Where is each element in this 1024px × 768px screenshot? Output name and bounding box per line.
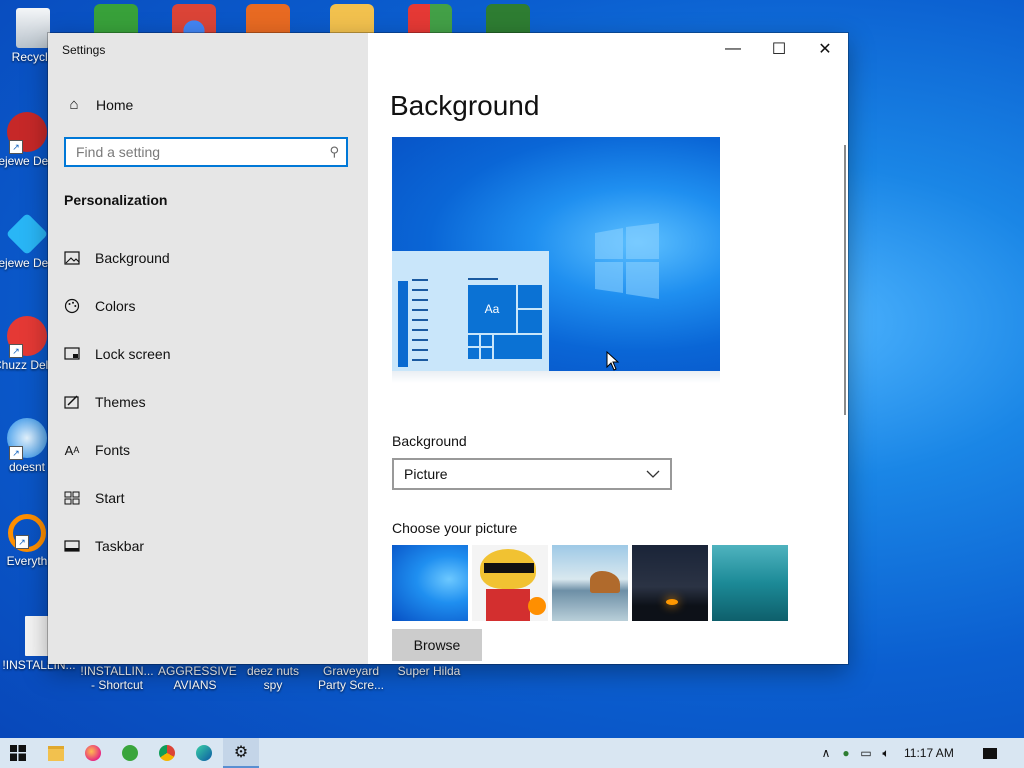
taskbar-file-explorer[interactable] bbox=[38, 738, 74, 768]
picture-thumb-beach[interactable] bbox=[552, 545, 628, 621]
windows-logo-icon bbox=[595, 223, 659, 299]
bejeweled-icon: ↗ bbox=[7, 112, 47, 154]
clock[interactable]: 11:17 AM bbox=[896, 746, 964, 760]
mouse-cursor-icon bbox=[606, 351, 620, 371]
chevron-down-icon bbox=[646, 470, 660, 478]
desktop-icon-chrome[interactable] bbox=[172, 4, 216, 34]
palette-icon bbox=[64, 298, 80, 314]
home-icon: ⌂ bbox=[69, 96, 79, 113]
chrome-icon bbox=[159, 745, 175, 761]
settings-content: Background Aa Background Picture Choose … bbox=[368, 33, 848, 664]
search-icon[interactable]: ⚲ bbox=[329, 144, 339, 160]
sidebar-item-label: Colors bbox=[95, 298, 136, 314]
window-title: Settings bbox=[62, 43, 106, 57]
search-box: ⚲ bbox=[64, 137, 348, 167]
windows-start-icon bbox=[10, 745, 26, 761]
chevron-up-icon[interactable]: ∧ bbox=[816, 746, 836, 760]
home-label: Home bbox=[96, 96, 134, 113]
desktop-icon-aggressive-avians[interactable]: AGGRESSIVE AVIANS bbox=[158, 664, 237, 692]
magnifier-icon: ↗ bbox=[8, 514, 46, 552]
picture-thumb-underwater[interactable] bbox=[712, 545, 788, 621]
preview-app-list bbox=[398, 281, 408, 367]
desktop-icon-deez-nuts-spy[interactable]: deez nuts spy bbox=[236, 664, 310, 692]
sidebar-item-label: Start bbox=[95, 490, 125, 506]
desktop-icon-orange[interactable] bbox=[246, 4, 290, 34]
taskbar-app-green[interactable] bbox=[112, 738, 148, 768]
page-title: Background bbox=[390, 90, 540, 121]
themes-icon bbox=[64, 394, 80, 410]
diamond-icon bbox=[5, 212, 49, 256]
desktop-icon-character[interactable] bbox=[486, 4, 530, 34]
desktop-icon-installing-shortcut[interactable]: !INSTALLIN... - Shortcut bbox=[80, 664, 154, 692]
globe-icon: ↗ bbox=[7, 418, 47, 460]
taskbar-edge[interactable] bbox=[186, 738, 222, 768]
notification-icon bbox=[983, 747, 997, 759]
background-preview: Aa bbox=[392, 137, 720, 371]
fonts-icon: AA bbox=[64, 442, 80, 458]
sidebar-item-taskbar[interactable]: Taskbar bbox=[64, 534, 144, 558]
gear-icon: ⚙ bbox=[233, 744, 249, 761]
action-center-button[interactable] bbox=[972, 738, 1008, 768]
user-tray-icon[interactable]: ● bbox=[836, 746, 856, 760]
network-icon[interactable]: ▭ bbox=[856, 746, 876, 760]
sidebar-item-themes[interactable]: Themes bbox=[64, 390, 146, 414]
users-icon bbox=[122, 745, 138, 761]
section-title: Personalization bbox=[64, 192, 168, 208]
preview-start-menu: Aa bbox=[392, 251, 549, 371]
taskbar-settings[interactable]: ⚙ bbox=[223, 738, 259, 768]
picture-thumb-windows[interactable] bbox=[392, 545, 468, 621]
select-value: Picture bbox=[404, 466, 448, 482]
desktop-icon-graveyard[interactable]: Graveyard Party Scre... bbox=[314, 664, 388, 692]
lock-screen-icon bbox=[64, 346, 80, 362]
sidebar-item-colors[interactable]: Colors bbox=[64, 294, 135, 318]
desktop-icon-windows[interactable] bbox=[408, 4, 452, 34]
preview-tile-aa: Aa bbox=[468, 285, 516, 333]
taskbar-firefox[interactable] bbox=[75, 738, 111, 768]
sidebar-item-background[interactable]: Background bbox=[64, 246, 170, 270]
sidebar-item-label: Taskbar bbox=[95, 538, 145, 554]
taskbar-icon bbox=[64, 538, 80, 554]
sidebar-item-label: Fonts bbox=[95, 442, 131, 458]
sidebar-item-home[interactable]: ⌂ Home bbox=[66, 96, 133, 113]
background-type-select[interactable]: Picture bbox=[392, 458, 672, 490]
scrollbar[interactable] bbox=[844, 145, 846, 415]
sidebar-item-label: Background bbox=[95, 250, 170, 266]
sidebar-item-fonts[interactable]: AA Fonts bbox=[64, 438, 130, 462]
image-icon bbox=[64, 250, 80, 266]
volume-icon[interactable]: 🔈︎ bbox=[876, 746, 896, 761]
settings-sidebar: Settings ⌂ Home ⚲ Personalization Backgr… bbox=[48, 33, 368, 664]
desktop-icon-super-hilda[interactable]: Super Hilda bbox=[392, 664, 466, 678]
folder-icon bbox=[48, 745, 64, 761]
search-input[interactable] bbox=[66, 139, 326, 165]
sidebar-item-start[interactable]: Start bbox=[64, 486, 125, 510]
settings-window: Settings ⌂ Home ⚲ Personalization Backgr… bbox=[48, 33, 848, 664]
preview-tiles: Aa bbox=[468, 285, 542, 371]
system-tray: ∧ ● ▭ 🔈︎ 11:17 AM bbox=[816, 738, 964, 768]
picture-thumb-cartoon[interactable] bbox=[472, 545, 548, 621]
start-button[interactable] bbox=[0, 738, 36, 768]
edge-icon bbox=[196, 745, 212, 761]
sidebar-item-label: Themes bbox=[95, 394, 146, 410]
picture-thumb-night-sky[interactable] bbox=[632, 545, 708, 621]
taskbar: ⚙ ∧ ● ▭ 🔈︎ 11:17 AM bbox=[0, 738, 1024, 768]
picture-thumbnails bbox=[392, 545, 788, 621]
start-icon bbox=[64, 490, 80, 506]
desktop-icon-app-green[interactable] bbox=[94, 4, 138, 34]
sidebar-item-label: Lock screen bbox=[95, 346, 171, 362]
choose-picture-label: Choose your picture bbox=[392, 520, 518, 536]
taskbar-chrome[interactable] bbox=[149, 738, 185, 768]
firefox-icon bbox=[85, 745, 101, 761]
sidebar-item-lock-screen[interactable]: Lock screen bbox=[64, 342, 170, 366]
chuzzle-icon: ↗ bbox=[7, 316, 47, 358]
desktop-icon-folder[interactable] bbox=[330, 4, 374, 34]
recycle-bin-icon bbox=[16, 8, 50, 48]
background-label: Background bbox=[392, 433, 467, 449]
browse-button[interactable]: Browse bbox=[392, 629, 482, 661]
